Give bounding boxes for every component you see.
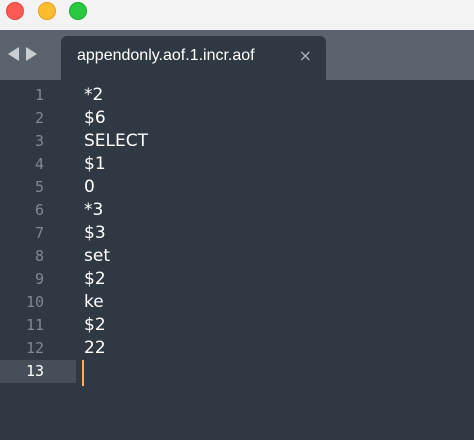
line-number: 10 bbox=[25, 293, 44, 311]
line-text: 22 bbox=[84, 338, 106, 358]
tab-label: appendonly.aof.1.incr.aof bbox=[77, 47, 255, 64]
line-text: *3 bbox=[84, 200, 104, 220]
editor-line: 12 22 bbox=[0, 337, 474, 360]
line-number: 13 bbox=[25, 362, 44, 380]
line-text: ke bbox=[84, 292, 104, 312]
editor-line: 9 $2 bbox=[0, 268, 474, 291]
line-number: 8 bbox=[34, 247, 44, 265]
close-window-button[interactable] bbox=[6, 2, 24, 20]
line-text: 0 bbox=[84, 177, 95, 197]
line-number: 9 bbox=[34, 270, 44, 288]
editor-line: 1 *2 bbox=[0, 84, 474, 107]
editor-line: 10 ke bbox=[0, 291, 474, 314]
minimize-window-button[interactable] bbox=[38, 2, 56, 20]
line-text: *2 bbox=[84, 85, 104, 105]
editor-line: 6 *3 bbox=[0, 199, 474, 222]
chevron-left-icon[interactable] bbox=[8, 47, 19, 61]
code-editor[interactable]: 1 *2 2 $6 3 SELECT 4 $1 5 0 6 *3 7 $3 8 bbox=[0, 80, 474, 440]
line-number: 2 bbox=[34, 109, 44, 127]
line-number: 11 bbox=[25, 316, 44, 334]
line-text: $6 bbox=[84, 108, 106, 128]
tab-active-file[interactable]: appendonly.aof.1.incr.aof × bbox=[61, 36, 326, 80]
tab-bar: appendonly.aof.1.incr.aof × bbox=[0, 30, 474, 80]
line-number: 5 bbox=[34, 178, 44, 196]
line-text: $1 bbox=[84, 154, 106, 174]
editor-line: 11 $2 bbox=[0, 314, 474, 337]
zoom-window-button[interactable] bbox=[69, 2, 87, 20]
line-text: set bbox=[84, 246, 110, 266]
line-number: 4 bbox=[34, 155, 44, 173]
editor-line-active: 13 bbox=[0, 360, 474, 386]
line-number: 3 bbox=[34, 132, 44, 150]
line-number: 12 bbox=[25, 339, 44, 357]
editor-window: appendonly.aof.1.incr.aof × 1 *2 2 $6 3 … bbox=[0, 0, 474, 440]
editor-line: 8 set bbox=[0, 245, 474, 268]
line-number: 1 bbox=[34, 86, 44, 104]
line-number: 6 bbox=[34, 201, 44, 219]
line-text: $3 bbox=[84, 223, 106, 243]
editor-line: 3 SELECT bbox=[0, 130, 474, 153]
line-text: $2 bbox=[84, 269, 106, 289]
close-icon[interactable]: × bbox=[299, 48, 312, 64]
editor-line: 5 0 bbox=[0, 176, 474, 199]
title-bar bbox=[0, 0, 474, 30]
editor-line: 7 $3 bbox=[0, 222, 474, 245]
line-number: 7 bbox=[34, 224, 44, 242]
chevron-right-icon[interactable] bbox=[26, 47, 37, 61]
line-text: $2 bbox=[84, 315, 106, 335]
line-text: SELECT bbox=[84, 131, 148, 151]
tab-navigation bbox=[8, 44, 37, 64]
editor-line: 2 $6 bbox=[0, 107, 474, 130]
text-cursor bbox=[82, 360, 84, 386]
editor-line: 4 $1 bbox=[0, 153, 474, 176]
